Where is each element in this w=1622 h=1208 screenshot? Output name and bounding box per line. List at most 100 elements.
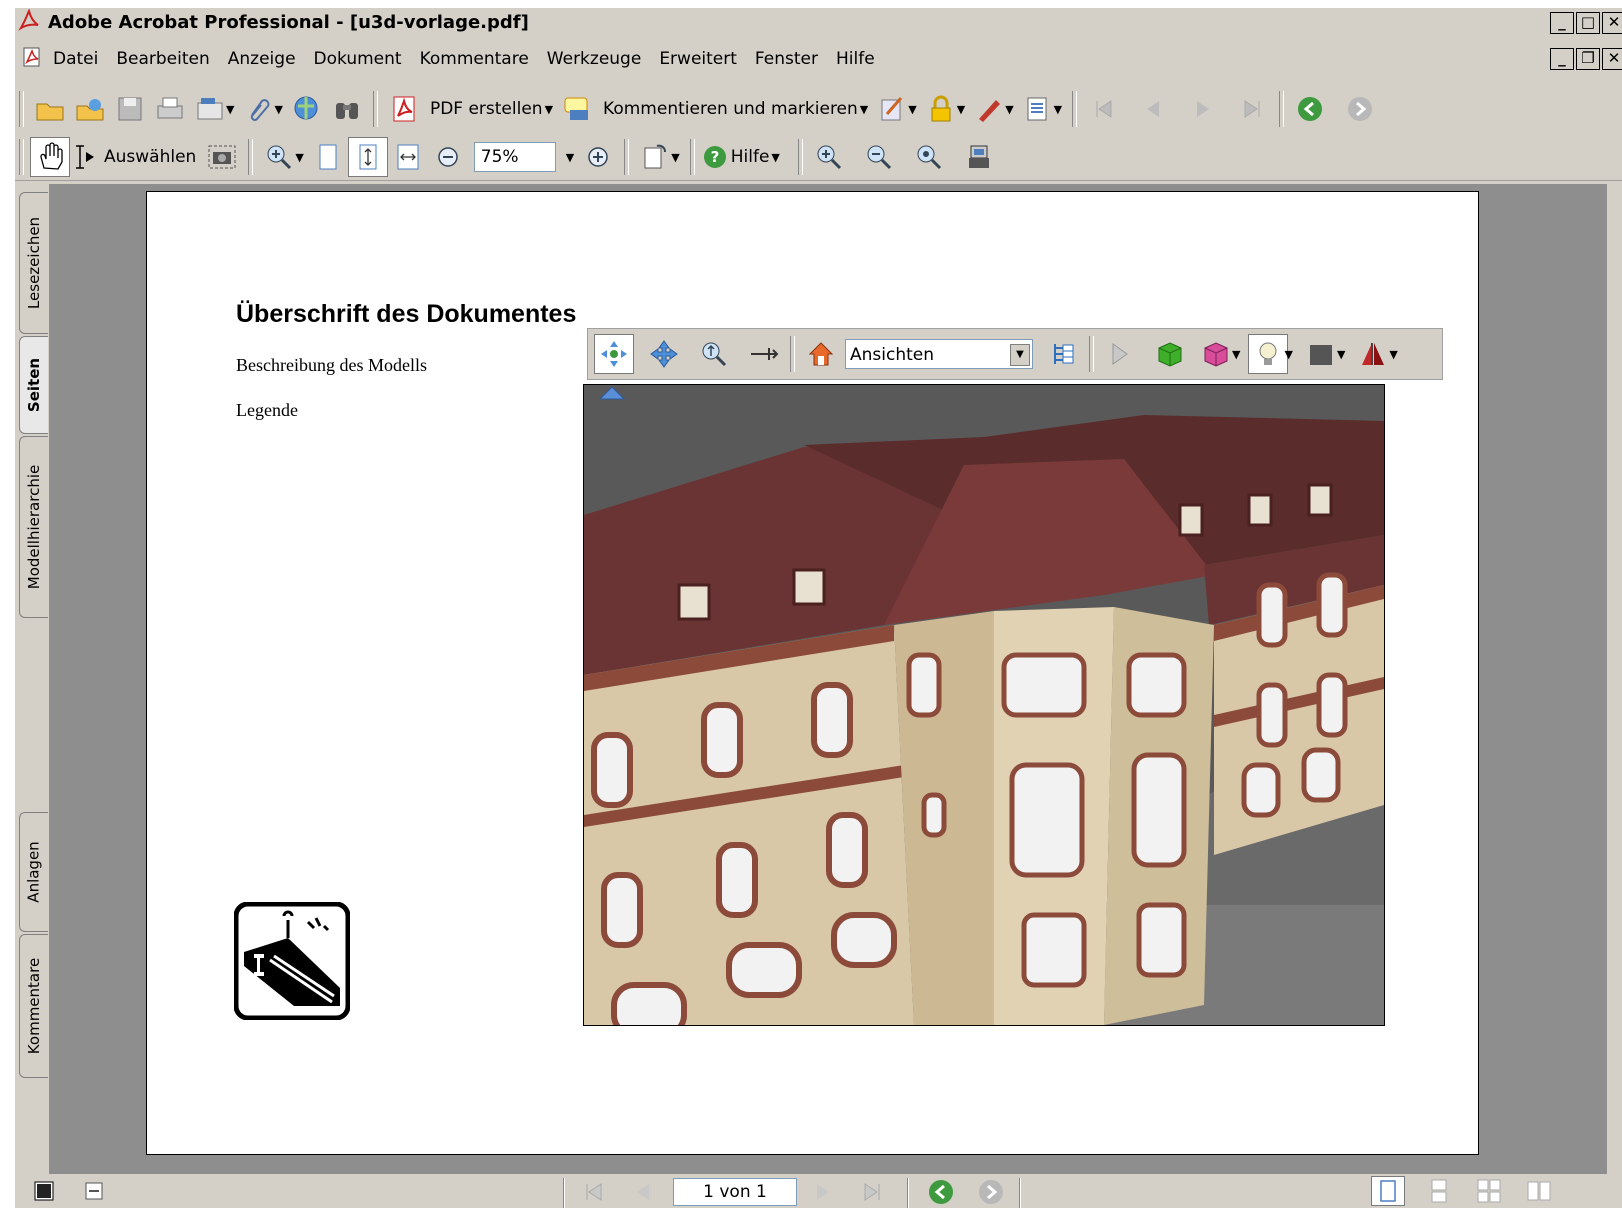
- zoom-in-tool-icon[interactable]: [259, 137, 299, 177]
- chevron-down-icon[interactable]: ▼: [274, 103, 282, 116]
- doc-restore-button[interactable]: ❐: [1576, 48, 1600, 70]
- zoom-out-icon[interactable]: [428, 137, 468, 177]
- help-icon[interactable]: ?: [701, 137, 729, 177]
- lighting-icon[interactable]: [1248, 334, 1289, 374]
- status-previous-page-icon[interactable]: [631, 1180, 655, 1208]
- zoom-level-input[interactable]: 75%: [473, 142, 556, 172]
- vertical-scrollbar[interactable]: [1607, 184, 1622, 1174]
- status-go-forward-icon[interactable]: [977, 1178, 1005, 1208]
- menu-datei[interactable]: Datei: [53, 49, 98, 69]
- rotate-view-icon[interactable]: [635, 137, 675, 177]
- status-go-back-icon[interactable]: [927, 1178, 955, 1208]
- continuous-facing-view-icon[interactable]: [1525, 1178, 1553, 1208]
- loupe-icon[interactable]: [909, 137, 949, 177]
- select-text-icon[interactable]: [70, 137, 98, 177]
- facing-view-icon[interactable]: [1475, 1178, 1503, 1208]
- tab-seiten[interactable]: Seiten: [19, 336, 48, 434]
- menu-dokument[interactable]: Dokument: [314, 49, 402, 69]
- doc-minimize-button[interactable]: _: [1550, 48, 1574, 70]
- chevron-down-icon[interactable]: ▼: [1284, 348, 1292, 361]
- first-page-icon[interactable]: [1083, 89, 1123, 129]
- chevron-down-icon[interactable]: ▼: [295, 151, 303, 164]
- snapshot-icon[interactable]: [202, 137, 242, 177]
- magnifier-plus-icon[interactable]: [809, 137, 849, 177]
- minimize-button[interactable]: _: [1550, 12, 1574, 34]
- sign-icon[interactable]: [872, 89, 912, 129]
- document-icon[interactable]: [21, 46, 43, 73]
- close-button[interactable]: ✕: [1602, 12, 1622, 34]
- binoculars-icon[interactable]: [327, 89, 367, 129]
- go-forward-icon[interactable]: [1340, 89, 1380, 129]
- doc-close-button[interactable]: ✕: [1602, 48, 1622, 70]
- kommentieren-button[interactable]: Kommentieren und markieren: [603, 99, 858, 119]
- open-folder-icon[interactable]: [30, 89, 70, 129]
- magnifier-minus-icon[interactable]: [859, 137, 899, 177]
- maximize-button[interactable]: □: [1576, 12, 1600, 34]
- web-search-icon[interactable]: [287, 89, 327, 129]
- status-last-page-icon[interactable]: [861, 1180, 885, 1208]
- menu-werkzeuge[interactable]: Werkzeuge: [547, 49, 642, 69]
- chevron-down-icon[interactable]: ▼: [908, 103, 916, 116]
- last-page-icon[interactable]: [1233, 89, 1273, 129]
- tab-anlagen[interactable]: Anlagen: [19, 812, 48, 932]
- pdf-erstellen-button[interactable]: PDF erstellen: [430, 99, 543, 119]
- menu-kommentare[interactable]: Kommentare: [420, 49, 529, 69]
- menu-anzeige[interactable]: Anzeige: [228, 49, 296, 69]
- chevron-down-icon[interactable]: ▼: [1337, 348, 1345, 361]
- status-first-page-icon[interactable]: [581, 1180, 605, 1208]
- play-animation-icon[interactable]: [1100, 334, 1140, 374]
- chevron-down-icon[interactable]: ▼: [226, 103, 234, 116]
- hand-tool-icon[interactable]: [30, 137, 70, 177]
- chevron-down-icon[interactable]: ▼: [1054, 103, 1062, 116]
- comment-markup-icon[interactable]: [557, 89, 597, 129]
- create-pdf-icon[interactable]: [384, 89, 424, 129]
- home-view-icon[interactable]: [801, 334, 841, 374]
- actual-size-icon[interactable]: [308, 137, 348, 177]
- fit-page-icon[interactable]: [347, 137, 388, 177]
- chevron-down-icon[interactable]: ▼: [1005, 103, 1013, 116]
- chevron-down-icon[interactable]: ▼: [566, 151, 574, 164]
- fit-width-icon[interactable]: [388, 137, 428, 177]
- zoom-in-icon[interactable]: [578, 137, 618, 177]
- single-page-view-icon[interactable]: [1371, 1176, 1405, 1206]
- model-tree-icon[interactable]: [1043, 334, 1083, 374]
- menu-erweitert[interactable]: Erweitert: [659, 49, 737, 69]
- page-number-input[interactable]: 1 von 1: [673, 1178, 797, 1206]
- previous-page-icon[interactable]: [1133, 89, 1173, 129]
- lock-icon[interactable]: [921, 89, 961, 129]
- print-icon[interactable]: [150, 89, 190, 129]
- chevron-down-icon[interactable]: ▼: [771, 151, 779, 164]
- menu-hilfe[interactable]: Hilfe: [836, 49, 875, 69]
- menu-bearbeiten[interactable]: Bearbeiten: [116, 49, 209, 69]
- chevron-down-icon[interactable]: ▼: [671, 151, 679, 164]
- chevron-down-icon[interactable]: ▼: [1232, 348, 1240, 361]
- chevron-down-icon[interactable]: ▼: [957, 103, 965, 116]
- pen-icon[interactable]: [969, 89, 1009, 129]
- chevron-down-icon[interactable]: ▼: [860, 103, 868, 116]
- render-mode-icon[interactable]: [1150, 334, 1190, 374]
- pan-3d-icon[interactable]: [644, 334, 684, 374]
- show-navigation-icon[interactable]: [33, 1180, 55, 1207]
- hilfe-button[interactable]: Hilfe: [731, 147, 770, 167]
- 3d-model-viewport[interactable]: [583, 384, 1385, 1026]
- attach-icon[interactable]: [238, 89, 278, 129]
- chevron-down-icon[interactable]: ▼: [1010, 344, 1030, 366]
- zoom-3d-icon[interactable]: [694, 334, 734, 374]
- email-icon[interactable]: [190, 89, 230, 129]
- menu-fenster[interactable]: Fenster: [755, 49, 818, 69]
- forms-icon[interactable]: [1018, 89, 1058, 129]
- chevron-down-icon[interactable]: ▼: [545, 103, 553, 116]
- go-back-icon[interactable]: [1290, 89, 1330, 129]
- tab-modellhierarchie[interactable]: Modellhierarchie: [19, 436, 48, 618]
- views-select[interactable]: Ansichten ▼: [845, 339, 1033, 369]
- tab-kommentare[interactable]: Kommentare: [19, 934, 48, 1078]
- save-icon[interactable]: [110, 89, 150, 129]
- cross-section-icon[interactable]: [1353, 334, 1393, 374]
- background-color-icon[interactable]: [1301, 334, 1341, 374]
- chevron-down-icon[interactable]: ▼: [1389, 348, 1397, 361]
- model-render-mode-icon[interactable]: [1196, 334, 1236, 374]
- pan-zoom-icon[interactable]: [959, 137, 999, 177]
- next-page-icon[interactable]: [1183, 89, 1223, 129]
- organizer-icon[interactable]: [70, 89, 110, 129]
- rotate-3d-icon[interactable]: [594, 334, 634, 374]
